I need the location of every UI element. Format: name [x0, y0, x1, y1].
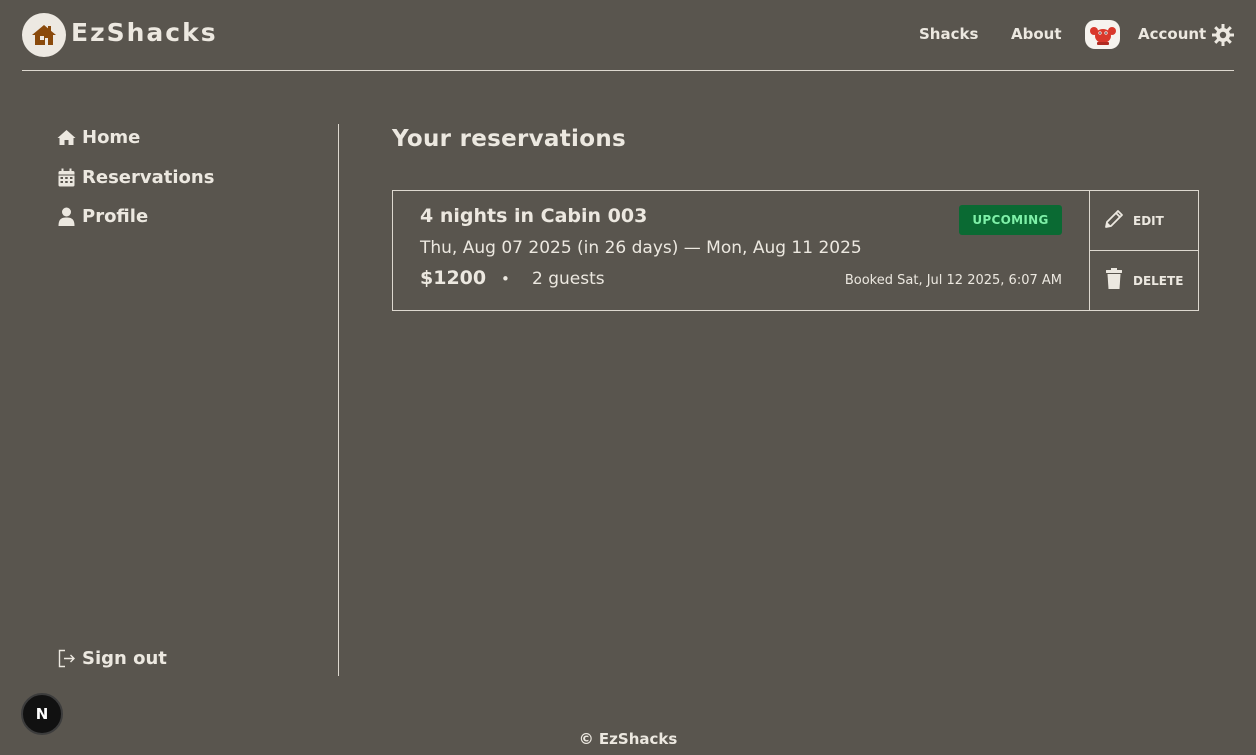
delete-label: DELETE — [1133, 273, 1184, 288]
trash-icon — [1103, 267, 1125, 294]
nav-shacks-link[interactable]: Shacks — [919, 25, 978, 43]
home-icon — [57, 128, 76, 147]
sign-out-label: Sign out — [82, 648, 167, 669]
delete-button[interactable]: DELETE — [1090, 251, 1199, 310]
footer-copyright: © EzShacks — [578, 730, 678, 748]
header-divider — [22, 70, 1234, 71]
reservation-guests: 2 guests — [532, 269, 605, 289]
reservation-details: 4 nights in Cabin 003 Thu, Aug 07 2025 (… — [393, 191, 1089, 310]
reservation-booked-date: Booked Sat, Jul 12 2025, 6:07 AM — [844, 273, 1062, 288]
separator-dot: • — [501, 270, 510, 288]
user-icon — [57, 207, 76, 226]
dev-tools-button[interactable]: N — [21, 693, 63, 735]
gear-icon[interactable] — [1211, 23, 1235, 47]
brand-name[interactable]: EzShacks — [71, 18, 218, 47]
reservation-card: 4 nights in Cabin 003 Thu, Aug 07 2025 (… — [392, 190, 1199, 311]
sidebar-item-label: Profile — [82, 206, 149, 227]
sign-out-button[interactable]: Sign out — [57, 648, 167, 669]
nav-about-link[interactable]: About — [1011, 25, 1062, 43]
sidebar-item-profile[interactable]: Profile — [57, 206, 148, 227]
reservation-title: 4 nights in Cabin 003 — [420, 205, 648, 227]
nav-account-link[interactable]: Account — [1138, 25, 1206, 43]
pencil-icon — [1103, 208, 1125, 233]
avatar[interactable] — [1085, 20, 1120, 49]
sidebar-item-label: Reservations — [82, 167, 215, 188]
status-badge: UPCOMING — [959, 205, 1062, 235]
sign-out-icon — [57, 649, 76, 668]
edit-label: EDIT — [1133, 213, 1164, 228]
reservation-actions: EDIT DELETE — [1089, 191, 1199, 310]
reservation-dates: Thu, Aug 07 2025 (in 26 days) — Mon, Aug… — [420, 238, 862, 258]
edit-button[interactable]: EDIT — [1090, 191, 1199, 251]
sidebar-divider — [338, 124, 339, 676]
reservation-price: $1200 — [420, 267, 487, 289]
sidebar-item-reservations[interactable]: Reservations — [57, 167, 214, 188]
house-icon[interactable] — [22, 13, 66, 57]
sidebar-item-label: Home — [82, 127, 141, 148]
calendar-icon — [57, 168, 76, 187]
top-nav: EzShacks Shacks About Account — [22, 12, 1234, 58]
page-title: Your reservations — [392, 126, 626, 152]
sidebar-item-home[interactable]: Home — [57, 127, 140, 148]
page: EzShacks Shacks About Account Home Reser… — [0, 0, 1256, 755]
